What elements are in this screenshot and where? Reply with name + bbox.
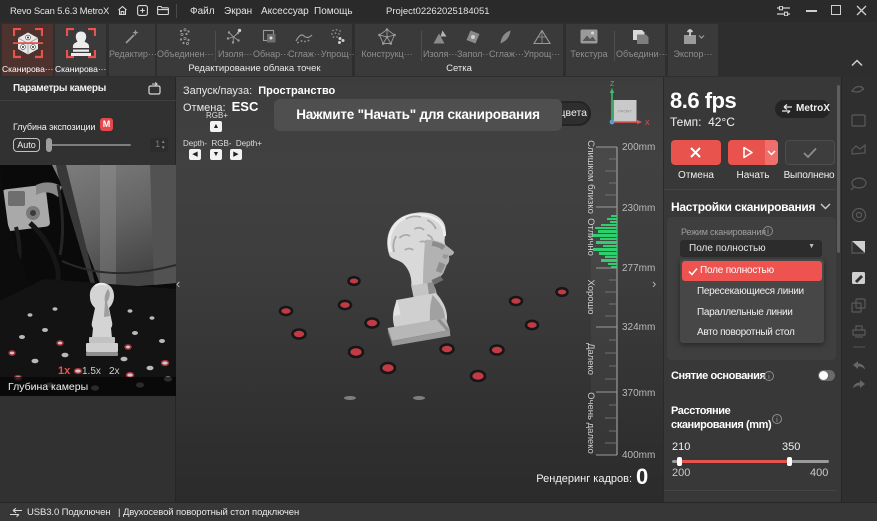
svg-text:2x: 2x (109, 366, 120, 377)
svg-text:1x: 1x (58, 365, 71, 377)
svg-text:1.5x: 1.5x (82, 366, 101, 377)
svg-text:Глубина камеры: Глубина камеры (8, 381, 88, 393)
